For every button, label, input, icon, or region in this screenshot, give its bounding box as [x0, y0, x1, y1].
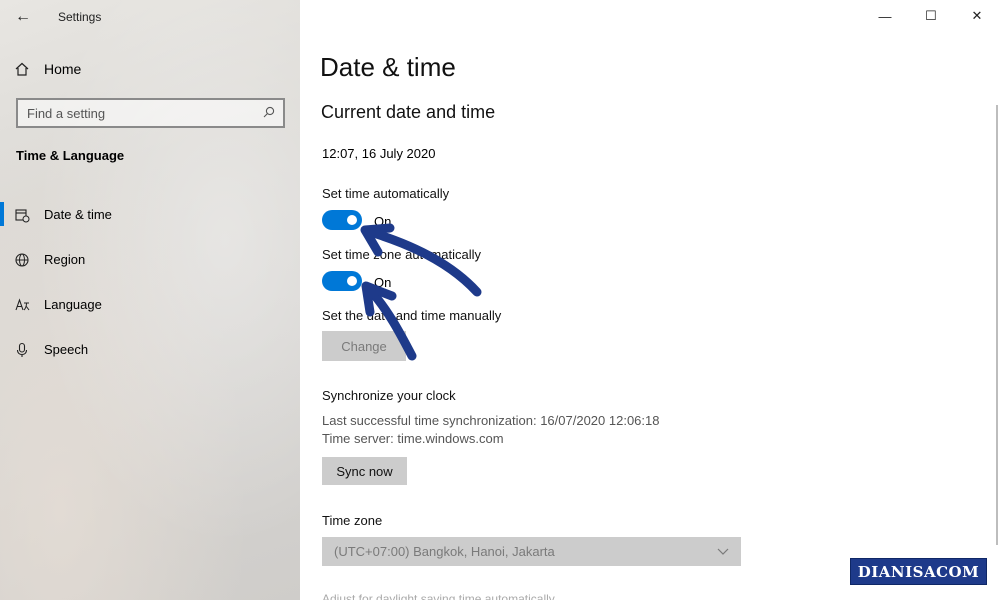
sidebar-nav: Date & time Region Language Speech [0, 192, 300, 372]
title-bar: ← Settings [0, 0, 300, 34]
sidebar-item-speech[interactable]: Speech [0, 327, 300, 372]
set-time-auto-state: On [374, 214, 392, 229]
toggle-knob [347, 276, 357, 286]
set-timezone-auto-state: On [374, 275, 392, 290]
search-placeholder: Find a setting [27, 105, 106, 121]
set-timezone-auto-toggle[interactable] [322, 271, 362, 291]
app-title: Settings [58, 10, 102, 24]
back-button[interactable]: ← [0, 0, 46, 34]
set-time-auto-toggle[interactable] [322, 210, 362, 230]
maximize-button[interactable]: ☐ [908, 0, 954, 32]
sidebar: ← Settings Home Find a setting Time & La… [0, 0, 300, 600]
back-arrow-icon: ← [15, 8, 31, 25]
last-sync-text: Last successful time synchronization: 16… [322, 413, 660, 428]
sidebar-item-label: Date & time [44, 207, 112, 222]
sync-now-button[interactable]: Sync now [322, 457, 407, 485]
language-icon [0, 297, 44, 313]
change-button[interactable]: Change [322, 331, 406, 361]
sidebar-section-title: Time & Language [16, 148, 125, 163]
close-button[interactable]: ✕ [954, 0, 1000, 32]
window-controls: — ☐ ✕ [862, 0, 1000, 32]
microphone-icon [0, 342, 44, 358]
main-pane: — ☐ ✕ Date & time Current date and time … [300, 0, 1000, 600]
maximize-icon: ☐ [925, 8, 937, 23]
minimize-button[interactable]: — [862, 0, 908, 32]
close-icon: ✕ [971, 8, 983, 23]
toggle-knob [347, 215, 357, 225]
minimize-icon: — [878, 8, 892, 24]
sync-title: Synchronize your clock [322, 388, 456, 403]
time-zone-label: Time zone [322, 513, 383, 528]
sidebar-item-region[interactable]: Region [0, 237, 300, 282]
sidebar-item-label: Speech [44, 342, 89, 357]
scrollbar[interactable] [996, 105, 998, 545]
page-title: Date & time [320, 52, 456, 82]
search-input[interactable]: Find a setting [16, 98, 285, 128]
search-icon [263, 106, 275, 121]
time-zone-select[interactable]: (UTC+07:00) Bangkok, Hanoi, Jakarta [322, 537, 741, 566]
set-time-auto-label: Set time automatically [322, 186, 450, 201]
time-server-text: Time server: time.windows.com [322, 431, 504, 446]
watermark: DIANISACOM [850, 558, 987, 585]
sidebar-item-date-time[interactable]: Date & time [0, 192, 300, 237]
home-icon [0, 61, 44, 77]
home-label: Home [44, 61, 82, 77]
set-timezone-auto-label: Set time zone automatically [322, 247, 481, 262]
chevron-down-icon [717, 545, 729, 559]
calendar-clock-icon [0, 207, 44, 223]
globe-icon [0, 252, 44, 268]
current-datetime: 12:07, 16 July 2020 [322, 146, 436, 161]
sidebar-item-language[interactable]: Language [0, 282, 300, 327]
section-title: Current date and time [321, 102, 496, 122]
daylight-saving-label: Adjust for daylight saving time automati… [322, 592, 555, 600]
time-zone-value: (UTC+07:00) Bangkok, Hanoi, Jakarta [334, 544, 555, 559]
sidebar-item-label: Language [44, 297, 102, 312]
manual-time-label: Set the date and time manually [322, 308, 502, 323]
nav-home[interactable]: Home [0, 52, 300, 86]
sidebar-item-label: Region [44, 252, 86, 267]
